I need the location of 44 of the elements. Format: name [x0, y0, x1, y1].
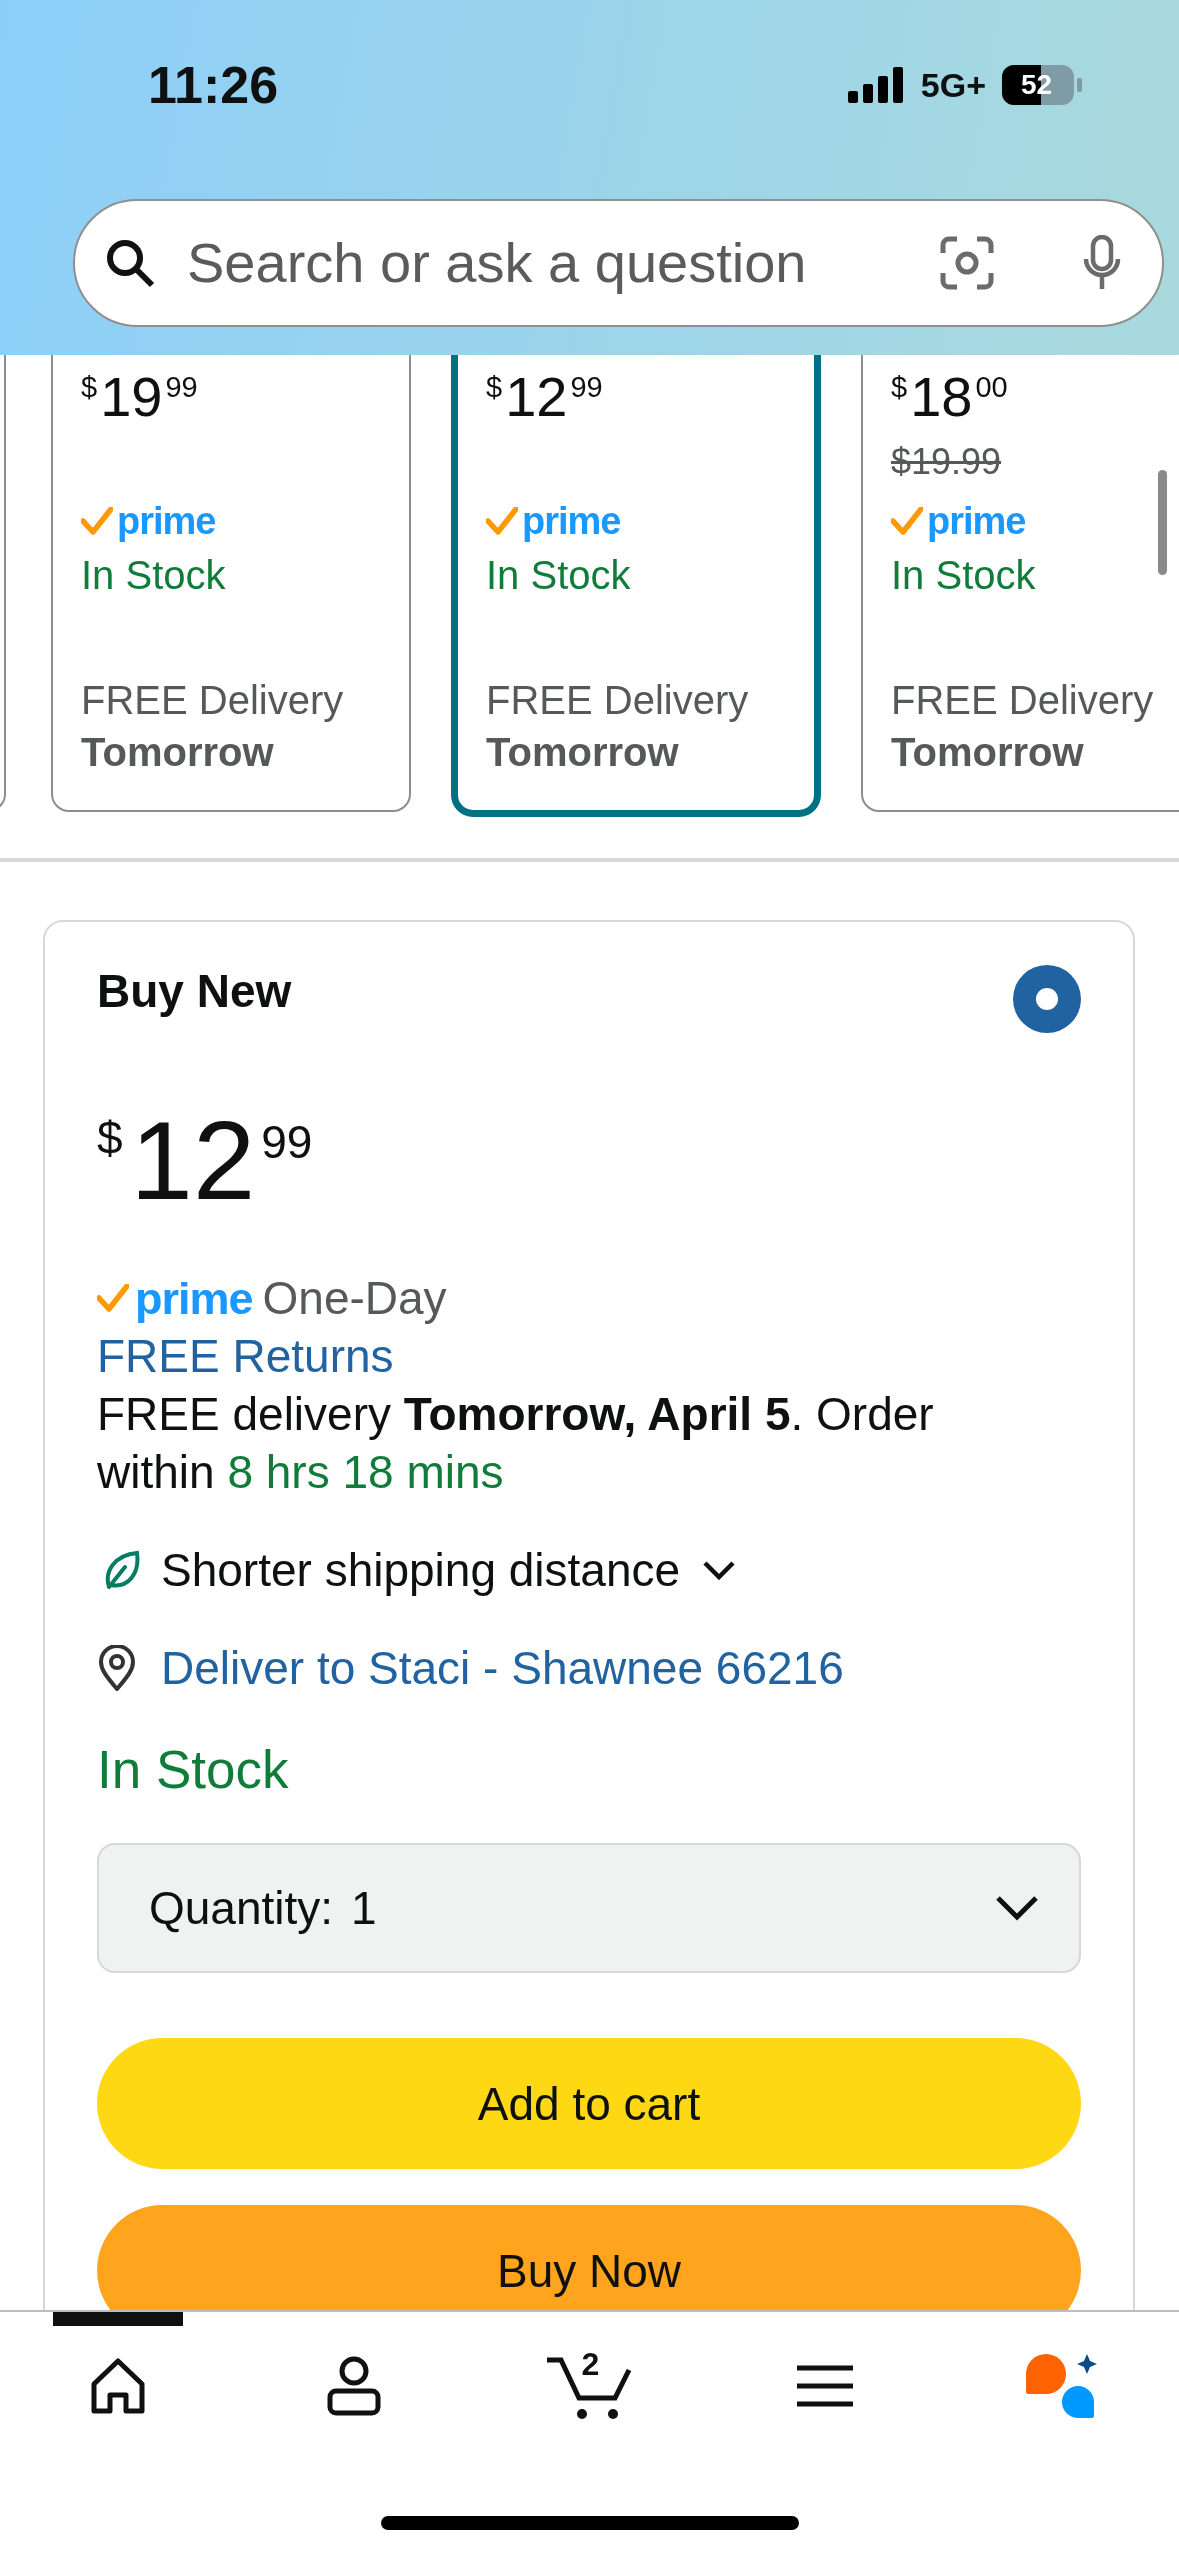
- buy-now-button[interactable]: Buy Now: [97, 2205, 1081, 2310]
- stock-status: In Stock: [81, 552, 227, 599]
- deliver-to-link[interactable]: Deliver to Staci - Shawnee 66216: [161, 1641, 844, 1695]
- prime-speed: One-Day: [262, 1271, 447, 1325]
- checkmark-icon: [891, 507, 923, 535]
- location-pin-icon: [97, 1645, 137, 1691]
- delivery-day: Tomorrow: [891, 725, 1179, 779]
- chevron-down-icon: [702, 1560, 737, 1580]
- shipping-distance-toggle[interactable]: Shorter shipping distance: [97, 1541, 737, 1599]
- network-type: 5G+: [920, 65, 986, 105]
- stock-status: In Stock: [97, 1740, 289, 1799]
- signal-icon: [847, 67, 905, 103]
- chevron-down-icon: [995, 1895, 1039, 1921]
- prime-logo: prime: [927, 502, 1026, 540]
- radio-button[interactable]: [1013, 965, 1081, 1033]
- list-price: $19.99: [891, 441, 1002, 483]
- delivery-day: Tomorrow: [81, 725, 409, 779]
- prime-logo: prime: [135, 1275, 253, 1321]
- free-returns-link[interactable]: FREE Returns: [97, 1327, 394, 1385]
- delivery-label: FREE Delivery: [81, 677, 345, 724]
- camera-lens-icon[interactable]: [939, 234, 995, 291]
- prime-logo: prime: [117, 502, 216, 540]
- checkmark-icon: [81, 507, 113, 535]
- checkmark-icon: [97, 1284, 129, 1312]
- delivery-day: Tomorrow: [486, 725, 814, 779]
- leaf-icon: [103, 1549, 141, 1591]
- buy-box-title: Buy New: [97, 964, 292, 1019]
- search-icon: [105, 237, 155, 288]
- delivery-label: FREE Delivery: [486, 677, 750, 724]
- search-input[interactable]: Search or ask a question: [187, 230, 907, 295]
- menu-icon: [797, 2364, 854, 2408]
- status-time: 11:26: [148, 55, 280, 115]
- person-icon: [325, 2355, 382, 2417]
- delivery-label: FREE Delivery: [891, 677, 1155, 724]
- add-to-cart-button[interactable]: Add to cart: [97, 2038, 1081, 2169]
- checkmark-icon: [486, 507, 518, 535]
- delivery-message: FREE delivery Tomorrow, April 5. Order within 8 hrs 18 mins: [97, 1387, 935, 1500]
- cart-tab[interactable]: 2: [524, 2312, 655, 2442]
- microphone-icon[interactable]: [1082, 234, 1122, 291]
- stock-status: In Stock: [891, 552, 1037, 599]
- search-field[interactable]: Search or ask a question: [73, 198, 1164, 327]
- stock-status: In Stock: [486, 552, 632, 599]
- quantity-dropdown[interactable]: Quantity: 1: [97, 1843, 1081, 1973]
- prime-logo: prime: [522, 502, 621, 540]
